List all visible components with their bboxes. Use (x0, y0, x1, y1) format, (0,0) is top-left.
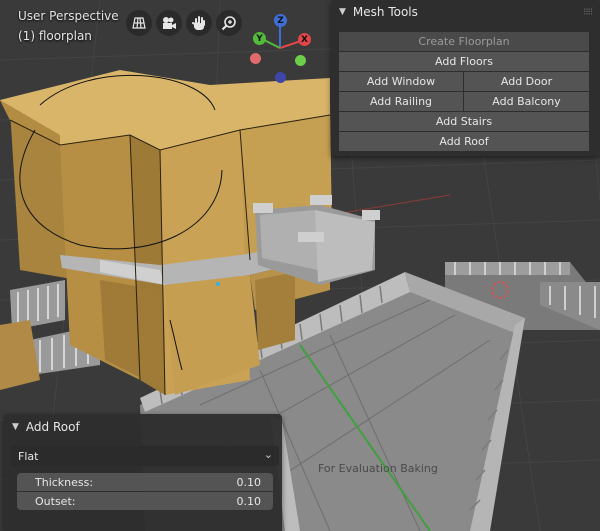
add-balcony-button[interactable]: Add Balcony (464, 92, 589, 111)
mesh-tools-header[interactable]: ▼ Mesh Tools ⁝⁝⁝⁝ (331, 0, 600, 24)
viewport-title: User Perspective (18, 9, 119, 23)
y-axis-handle[interactable]: Y (253, 32, 266, 45)
thickness-label: Thickness: (35, 475, 94, 489)
add-floors-button[interactable]: Add Floors (339, 52, 589, 71)
3d-viewport[interactable]: User Perspective (1) floorplan For Evalu… (0, 0, 600, 531)
neg-x-axis-handle[interactable] (250, 53, 261, 64)
add-roof-header[interactable]: ▼ Add Roof (4, 414, 282, 440)
outset-value: 0.10 (236, 494, 262, 508)
neg-z-axis-handle[interactable] (275, 72, 286, 83)
add-stairs-button[interactable]: Add Stairs (339, 112, 589, 131)
outset-field[interactable]: Outset: 0.10 (17, 492, 273, 510)
collapse-triangle-icon[interactable]: ▼ (12, 422, 19, 432)
watermark-text: For Evaluation Baking (318, 462, 438, 475)
add-roof-title: Add Roof (25, 420, 80, 434)
create-floorplan-button[interactable]: Create Floorplan (339, 32, 589, 51)
orientation-gizmo[interactable]: Z Y X (244, 10, 320, 86)
collapse-triangle-icon[interactable]: ▼ (339, 7, 346, 17)
mesh-tools-title: Mesh Tools (352, 5, 418, 19)
add-door-button[interactable]: Add Door (464, 72, 589, 91)
outset-label: Outset: (35, 494, 76, 508)
thickness-field[interactable]: Thickness: 0.10 (17, 473, 273, 491)
camera-icon[interactable] (156, 10, 182, 36)
add-roof-button[interactable]: Add Roof (339, 132, 589, 151)
chevron-down-icon: ⌄ (263, 448, 273, 461)
add-window-button[interactable]: Add Window (339, 72, 463, 91)
zoom-icon[interactable] (216, 10, 242, 36)
neg-y-axis-handle[interactable] (295, 55, 306, 66)
thickness-value: 0.10 (236, 475, 262, 489)
add-railing-button[interactable]: Add Railing (339, 92, 463, 111)
roof-type-dropdown[interactable]: Flat ⌄ (11, 446, 279, 466)
drag-grip-icon[interactable]: ⁝⁝⁝⁝ (583, 7, 593, 18)
grid-icon[interactable] (126, 10, 152, 36)
z-axis-handle[interactable]: Z (274, 14, 287, 27)
hand-icon[interactable] (186, 10, 212, 36)
roof-type-value: Flat (18, 449, 39, 463)
x-axis-handle[interactable]: X (298, 33, 311, 46)
mesh-tools-panel: ▼ Mesh Tools ⁝⁝⁝⁝ Create Floorplan Add F… (331, 0, 600, 156)
add-roof-panel: ▼ Add Roof Flat ⌄ Thickness: 0.10 Outset… (4, 414, 282, 531)
active-object-name: (1) floorplan (18, 29, 92, 43)
